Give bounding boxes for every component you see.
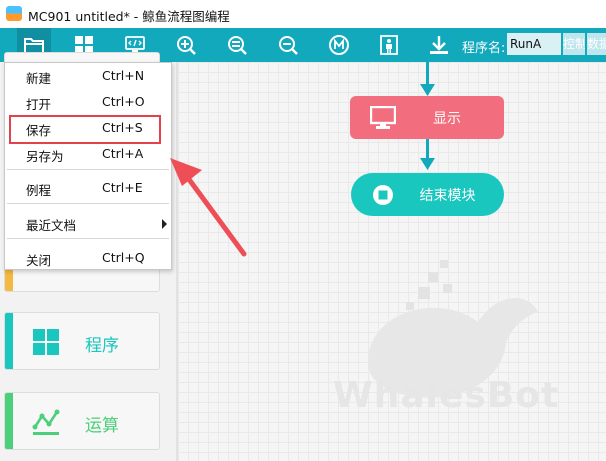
app-icon	[6, 6, 22, 21]
menu-separator	[7, 169, 169, 170]
program-name-input[interactable]	[507, 33, 561, 55]
display-block[interactable]: 显示	[350, 96, 504, 139]
title-bar: MC901 untitled* - 鲸鱼流程图编程	[0, 0, 606, 28]
end-block-label: 结束模块	[419, 187, 476, 204]
menu-item-open[interactable]: 打开 Ctrl+O	[5, 90, 171, 114]
palette-stripe	[5, 393, 13, 449]
menu-item-shortcut: Ctrl+O	[102, 94, 145, 109]
download-button[interactable]	[422, 28, 456, 62]
palette-program-label: 程序	[85, 336, 119, 356]
download-icon	[430, 36, 448, 54]
zoom-in-button[interactable]	[169, 28, 203, 62]
menu-item-label: 最近文档	[26, 218, 77, 233]
display-block-label: 显示	[433, 110, 461, 127]
chart-line-icon	[32, 409, 60, 435]
menu-item-label: 关闭	[26, 253, 52, 268]
watermark-text: WhalesBot	[333, 375, 560, 416]
person-icon	[380, 35, 398, 55]
menu-item-label: 例程	[26, 183, 52, 198]
flow-canvas[interactable]: WhalesBot 显示 结束模块	[178, 62, 606, 461]
arrow-down-icon	[420, 84, 435, 96]
menu-item-label: 另存为	[26, 149, 64, 164]
palette-operation-label: 运算	[85, 416, 119, 436]
menu-item-shortcut: Ctrl+A	[102, 146, 144, 161]
control-button[interactable]: 控制	[563, 33, 585, 55]
menu-item-label: 新建	[26, 71, 52, 86]
program-name-label: 程序名:	[462, 41, 506, 56]
menu-item-recent[interactable]: 最近文档	[5, 211, 171, 235]
m-button[interactable]	[322, 28, 356, 62]
menu-item-close[interactable]: 关闭 Ctrl+Q	[5, 246, 171, 270]
menu-separator	[7, 238, 169, 239]
save-highlight-box	[9, 115, 161, 144]
zoom-fit-icon	[228, 36, 247, 55]
menu-separator	[7, 203, 169, 204]
zoom-in-icon	[177, 36, 196, 55]
palette-program-button[interactable]: 程序	[4, 312, 160, 370]
menu-item-examples[interactable]: 例程 Ctrl+E	[5, 176, 171, 200]
grid-icon	[33, 329, 59, 355]
menu-item-label: 打开	[26, 97, 52, 112]
zoom-reset-button[interactable]	[220, 28, 254, 62]
zoom-out-icon	[279, 36, 298, 55]
m-icon	[329, 35, 349, 55]
end-block[interactable]: 结束模块	[351, 173, 504, 216]
menu-item-shortcut: Ctrl+E	[102, 180, 143, 195]
submenu-arrow-icon	[162, 219, 167, 229]
zoom-out-button[interactable]	[271, 28, 305, 62]
arrow-down-icon	[420, 158, 435, 170]
menu-item-new[interactable]: 新建 Ctrl+N	[5, 64, 171, 88]
menu-item-save-as[interactable]: 另存为 Ctrl+A	[5, 142, 171, 166]
palette-operation-button[interactable]: 运算	[4, 392, 160, 450]
menu-item-shortcut: Ctrl+Q	[102, 250, 145, 265]
menu-item-shortcut: Ctrl+N	[102, 68, 145, 83]
data-button[interactable]: 数据	[587, 33, 606, 55]
file-dropdown-menu: 新建 Ctrl+N 打开 Ctrl+O 保存 Ctrl+S 另存为 Ctrl+A…	[4, 62, 172, 270]
window-title: MC901 untitled* - 鲸鱼流程图编程	[28, 9, 230, 24]
person-button[interactable]	[372, 28, 406, 62]
palette-stripe	[5, 313, 13, 369]
